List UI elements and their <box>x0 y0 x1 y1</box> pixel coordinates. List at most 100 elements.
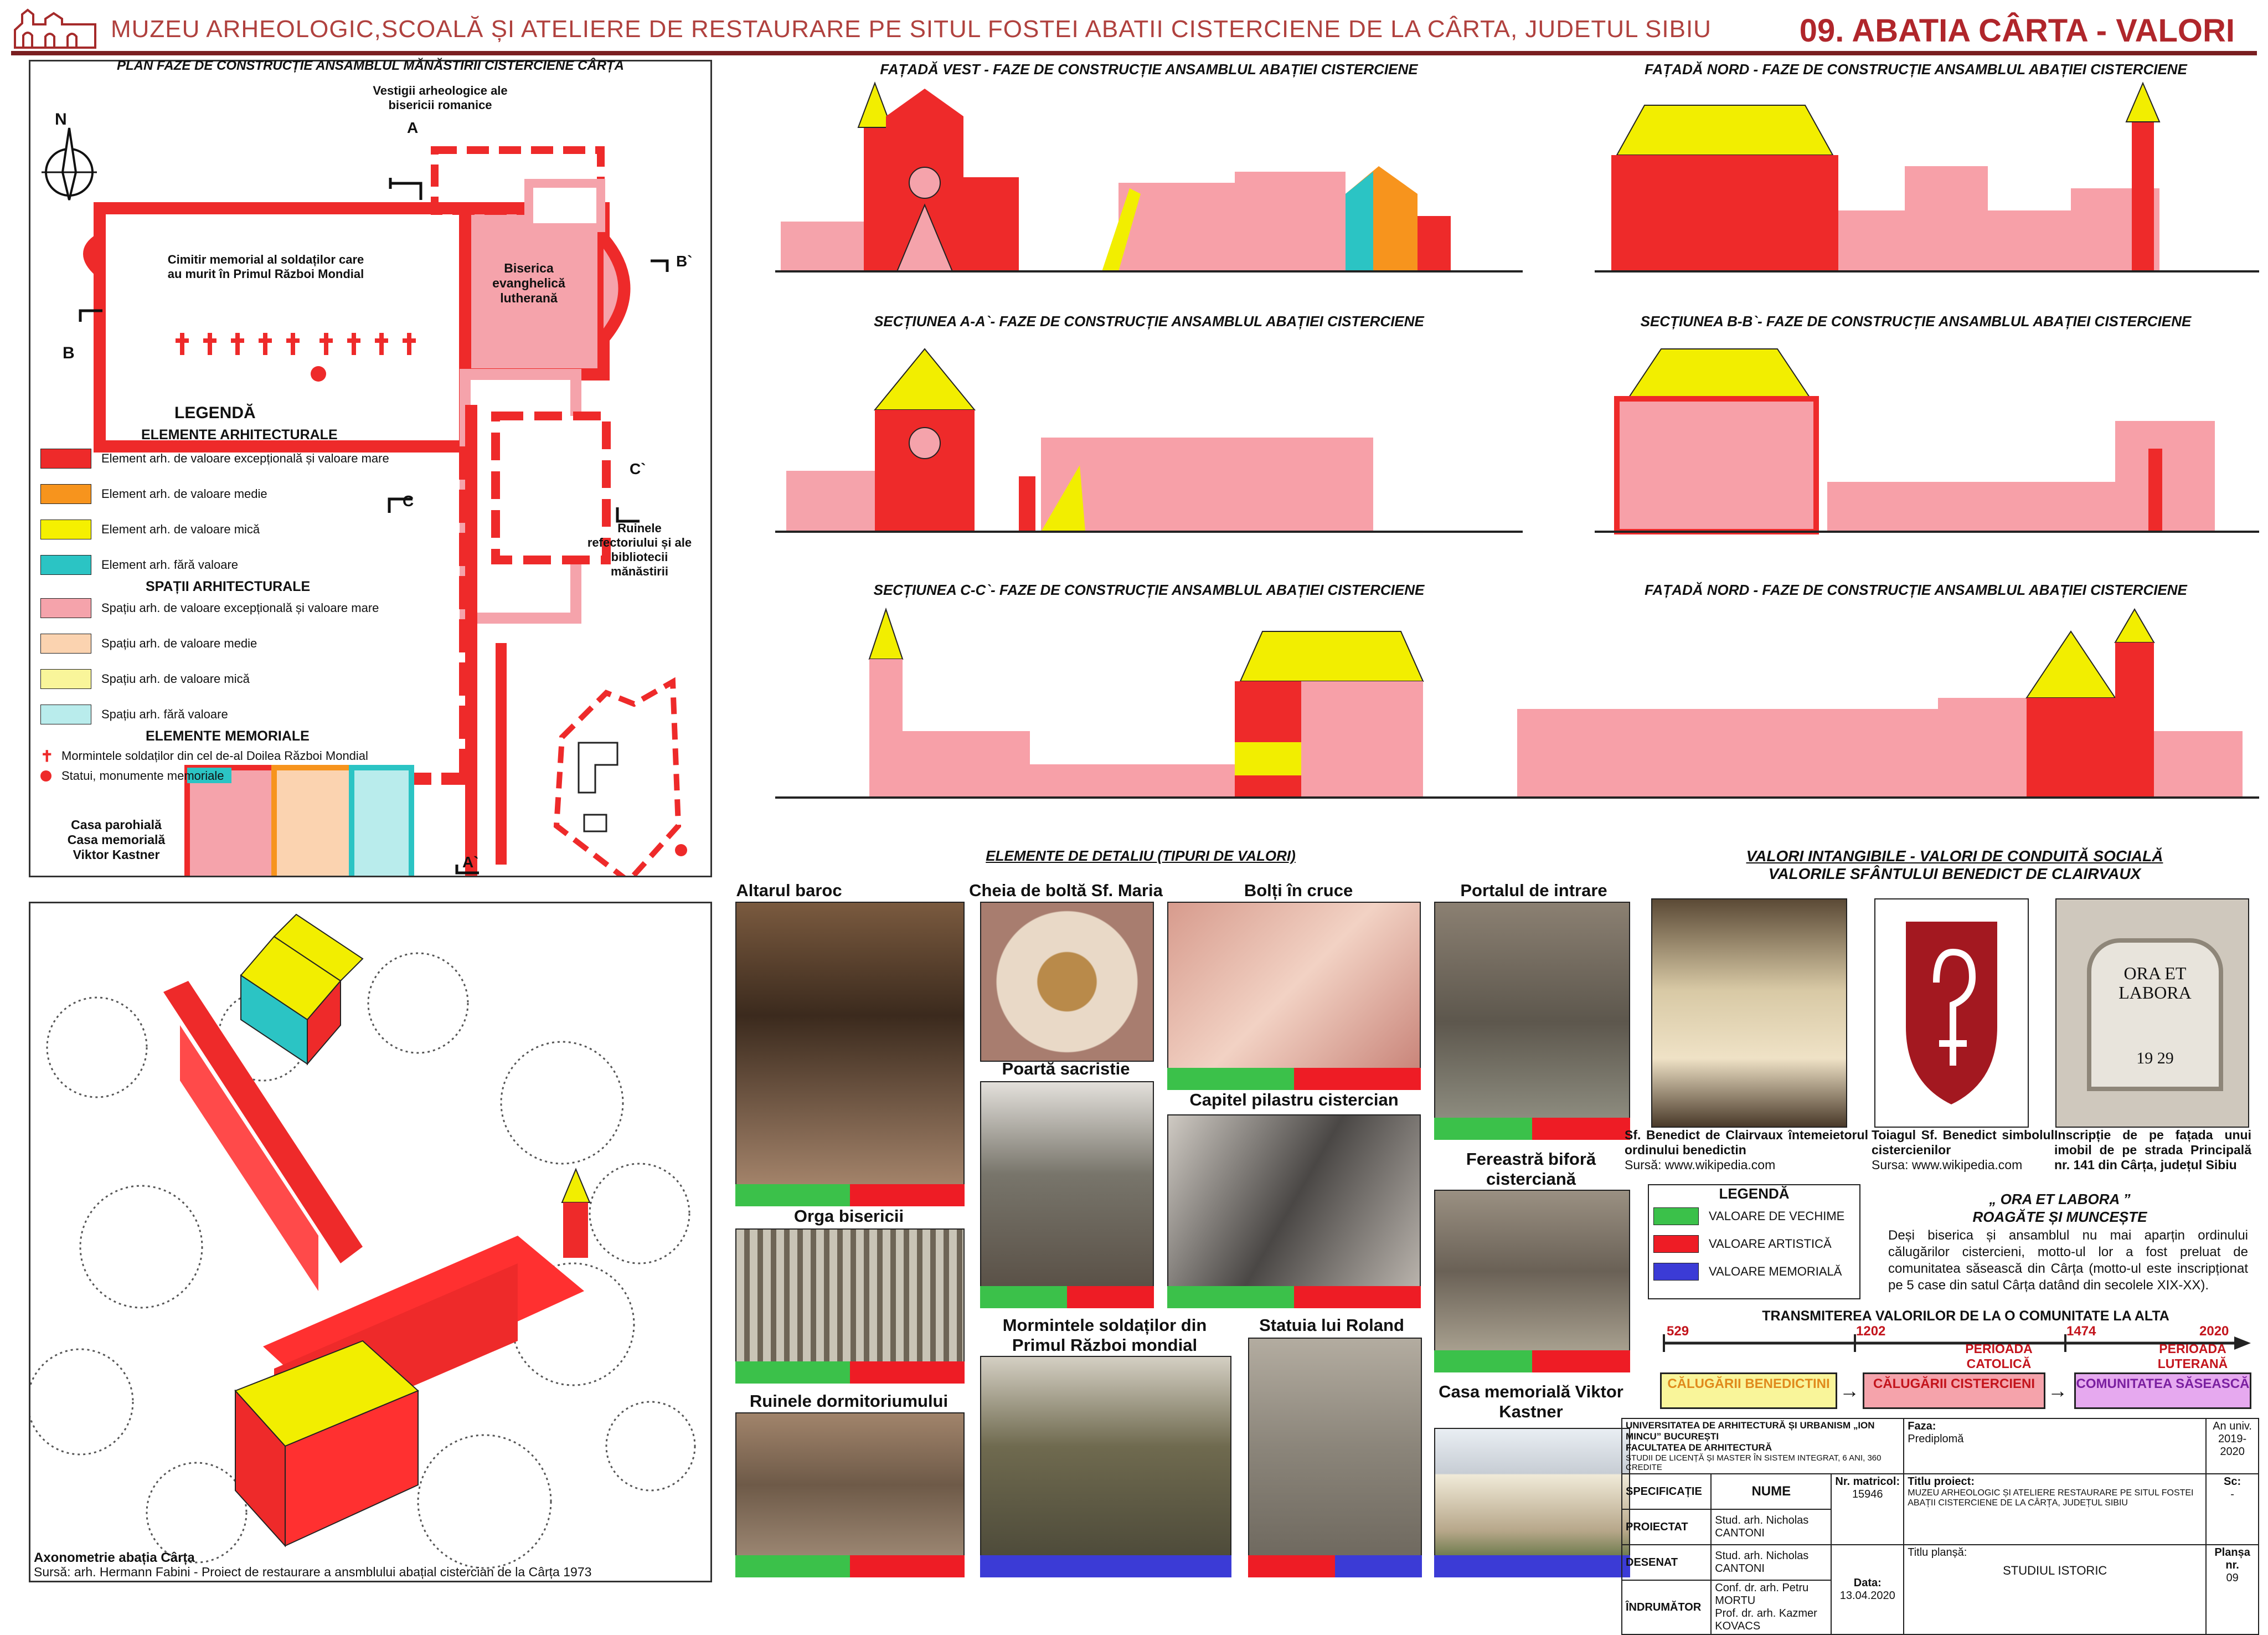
cut-a2-label: A` <box>462 854 479 871</box>
inscription-line-3: 19 29 <box>2136 1049 2174 1067</box>
legend-label: Element arh. de valoare excepțională și … <box>101 451 389 465</box>
legend-memorial-2: Statui, monumente memoriale <box>40 766 517 786</box>
cartouche-an: 2019-2020 <box>2218 1433 2247 1458</box>
legend-block: Element arh. de valoare excepțională și … <box>40 445 517 786</box>
cartouche-an-cell: An univ. 2019-2020 <box>2205 1418 2259 1474</box>
legend-label: Spațiu arh. de valoare medie <box>101 636 257 650</box>
legend-memorial-1: ✝ Mormintele soldaților din cel de-al Doi… <box>40 746 517 766</box>
drawing-title-4: SECȚIUNEA B-B`- FAZE DE CONSTRUCȚIE ANSA… <box>1640 313 2192 330</box>
cartouche-faculty: FACULTATEA DE ARHITECTURĂ <box>1626 1442 1772 1453</box>
cartouche-faza-label: Faza: <box>1908 1420 1936 1432</box>
values-legend-item: VALOARE MEMORIALĂ <box>1649 1258 1859 1286</box>
cartouche-sc-cell: Sc: - <box>2205 1473 2259 1545</box>
legend-label: Spațiu arh. de valoare mică <box>101 672 250 686</box>
legend-item: Spațiu arh. de valoare excepțională și v… <box>40 594 517 622</box>
value-bar <box>1248 1555 1422 1577</box>
caption-source: Sursă: www.wikipedia.com <box>1625 1158 1776 1172</box>
photo-poarta-sacristie <box>980 1081 1154 1288</box>
cartouche-data: 13.04.2020 <box>1839 1590 1895 1602</box>
cut-c2-label: C` <box>630 460 646 477</box>
arrow-icon: → <box>2048 1379 2068 1402</box>
legend-item: Spațiu arh. fără valoare <box>40 701 517 728</box>
intangible-title-1: VALORI INTANGIBILE - VALORI DE CONDUITĂ … <box>1746 847 2163 865</box>
cartouche-sc: - <box>2230 1488 2234 1500</box>
motto-1: „ ORA ET LABORA ” <box>1989 1191 2131 1207</box>
elevation-north <box>1595 81 2259 272</box>
vestigii-label: Vestigii arheologice ale bisericii roman… <box>373 84 508 112</box>
cimitir-label: Cimitir memorial al soldaților care au m… <box>167 253 364 281</box>
cartouche-school-cell: UNIVERSITATEA DE ARHITECTURĂ ȘI URBANISM… <box>1621 1418 1905 1474</box>
year-529: 529 <box>1667 1324 1689 1339</box>
photo-altarul-baroc <box>735 902 965 1186</box>
value-bar <box>1434 1350 1630 1372</box>
motto-2: ROAGĂTE ȘI MUNCEȘTE <box>1972 1209 2147 1225</box>
cartouche-school: UNIVERSITATEA DE ARHITECTURĂ ȘI URBANISM… <box>1626 1420 1875 1442</box>
elevation-west <box>775 81 1523 272</box>
cut-b-label: B <box>63 344 75 362</box>
intangible-title-2: VALORILE SFÂNTULUI BENEDICT DE CLAIRVAUX <box>1768 865 2141 882</box>
photo-label: Cheia de boltă Sf. Maria <box>969 881 1163 900</box>
legend-item: Element arh. de valoare mică <box>40 516 517 543</box>
legend-item: Spațiu arh. de valoare medie <box>40 630 517 657</box>
title-block: UNIVERSITATEA DE ARHITECTURĂ ȘI URBANISM… <box>1621 1418 2259 1635</box>
cut-b2-label: B` <box>676 253 693 270</box>
photo-label: Capitel pilastru cistercian <box>1189 1090 1399 1109</box>
values-legend-item: VALOARE ARTISTICĂ <box>1649 1230 1859 1258</box>
legend-section-1: ELEMENTE ARHITECTURALE <box>141 427 338 443</box>
period-catolica: PERIOADA CATOLICĂ <box>1965 1341 2033 1371</box>
legend-swatch-green <box>1653 1207 1699 1225</box>
drawing-title-5: SECȚIUNEA C-C`- FAZE DE CONSTRUCȚIE ANSA… <box>873 582 1425 598</box>
cartouche-titlu-plansa-cell: Titlu planșă: STUDIUL ISTORIC <box>1903 1544 2207 1635</box>
photo-casa-memoriala <box>1434 1428 1630 1557</box>
legend-label: Element arh. de valoare medie <box>101 487 267 501</box>
caption-text: Toiagul Sf. Benedict simbolul cistercien… <box>1872 1128 2054 1157</box>
value-bar <box>980 1555 1231 1577</box>
cartouche-desenat: DESENAT <box>1621 1544 1712 1581</box>
legend-item: Element arh. fără valoare <box>40 551 517 579</box>
biserica-label: Biserica evanghelică lutherană <box>492 261 565 305</box>
cartouche-ind2: Prof. dr. arh. Kazmer KOVACS <box>1715 1607 1817 1632</box>
legend-title: LEGENDĂ <box>174 404 256 422</box>
period-luterana: PERIOADA LUTERANĂ <box>2157 1341 2228 1371</box>
photo-label: Bolți în cruce <box>1244 881 1353 900</box>
dot-icon <box>40 770 51 781</box>
drawing-title-6: FAȚADĂ NORD - FAZE DE CONSTRUCȚIE ANSAMB… <box>1645 582 2187 598</box>
drawing-title-1: FAȚADĂ VEST - FAZE DE CONSTRUCȚIE ANSAMB… <box>880 61 1418 78</box>
casa-label: Casa parohială Casa memorială Viktor Kas… <box>67 818 166 862</box>
box-saseasca: COMUNITATEA SĂSEASCĂ <box>2074 1372 2251 1409</box>
legend-section-3: ELEMENTE MEMORIALE <box>146 728 310 744</box>
axo-caption: Axonometrie abația Cârța <box>34 1550 195 1565</box>
year-1202: 1202 <box>1856 1324 1886 1339</box>
photo-label: Ruinele dormitoriumului <box>749 1391 949 1411</box>
cartouche-plansa-cell: Planșa nr. 09 <box>2205 1544 2259 1635</box>
legend-swatch <box>40 484 91 504</box>
elevation-north-2 <box>1506 608 2259 799</box>
caption-toiag: Toiagul Sf. Benedict simbolul cistercien… <box>1872 1128 2054 1173</box>
photo-fereastra-bifora <box>1434 1190 1630 1353</box>
drawing-title-2: FAȚADĂ NORD - FAZE DE CONSTRUCȚIE ANSAMB… <box>1645 61 2187 78</box>
value-bar <box>735 1184 965 1206</box>
photo-label: Altarul baroc <box>736 881 842 900</box>
cartouche-titlu-cell: Titlu proiect: MUZEU ARHEOLOGIC ȘI ATELI… <box>1903 1473 2207 1545</box>
photo-label: Portalul de intrare <box>1460 881 1607 900</box>
timeline-title: TRANSMITEREA VALORILOR DE LA O COMUNITAT… <box>1762 1308 2169 1324</box>
value-bar <box>1167 1286 1421 1308</box>
caption-text: Sf. Benedict de Clairvaux întemeietorul … <box>1625 1128 1868 1157</box>
legend-swatch <box>40 520 91 539</box>
cartouche-plansa: 09 <box>2226 1572 2239 1584</box>
legend-swatch <box>40 555 91 575</box>
photo-orga-bisericii <box>735 1228 965 1364</box>
legend-swatch-blue <box>1653 1263 1699 1281</box>
legend-label: Element arh. fără valoare <box>101 558 239 572</box>
legend-item: Element arh. de valoare excepțională și … <box>40 445 517 472</box>
axo-source: Sursă: arh. Hermann Fabini - Proiect de … <box>34 1565 592 1579</box>
header-title: MUZEU ARHEOLOGIC,SCOALĂ ȘI ATELIERE DE R… <box>111 16 1712 43</box>
motto-body: Deși biserica și ansamblul nu mai aparți… <box>1888 1228 2248 1293</box>
north-label: N <box>55 110 67 128</box>
cartouche-titlu: MUZEU ARHEOLOGIC ȘI ATELIERE RESTAURARE … <box>1908 1488 2194 1508</box>
photo-ruinele-dormitoriumului <box>735 1412 965 1557</box>
legend-swatch <box>40 598 91 618</box>
photo-sf-benedict <box>1651 898 1847 1128</box>
cartouche-plansa-label: Planșa nr. <box>2214 1546 2250 1571</box>
drawing-title-3: SECȚIUNEA A-A`- FAZE DE CONSTRUCȚIE ANSA… <box>874 313 1424 330</box>
